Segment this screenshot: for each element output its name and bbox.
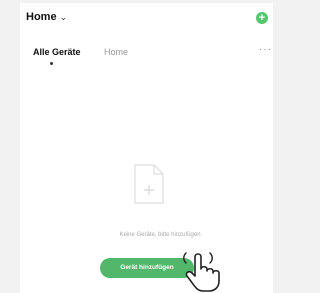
tab-home[interactable]: Home xyxy=(104,47,128,57)
add-icon[interactable]: + xyxy=(256,12,268,24)
home-title: Home xyxy=(26,11,57,23)
chevron-down-icon: ⌄ xyxy=(59,11,68,22)
pointing-hand-icon xyxy=(183,252,220,292)
empty-state-message: Keine Geräte, bitte hinzufügen xyxy=(119,232,201,238)
home-selector[interactable]: Home ⌄ xyxy=(26,11,67,23)
tab-active-indicator xyxy=(50,62,53,65)
room-tabs: Alle Geräte Home ··· xyxy=(33,44,271,67)
more-options-icon[interactable]: ··· xyxy=(259,44,272,55)
tab-all-devices[interactable]: Alle Geräte xyxy=(33,47,81,57)
document-plus-icon xyxy=(134,164,164,204)
app-screen: Home ⌄ + Alle Geräte Home ··· Keine Gerä… xyxy=(20,3,273,293)
